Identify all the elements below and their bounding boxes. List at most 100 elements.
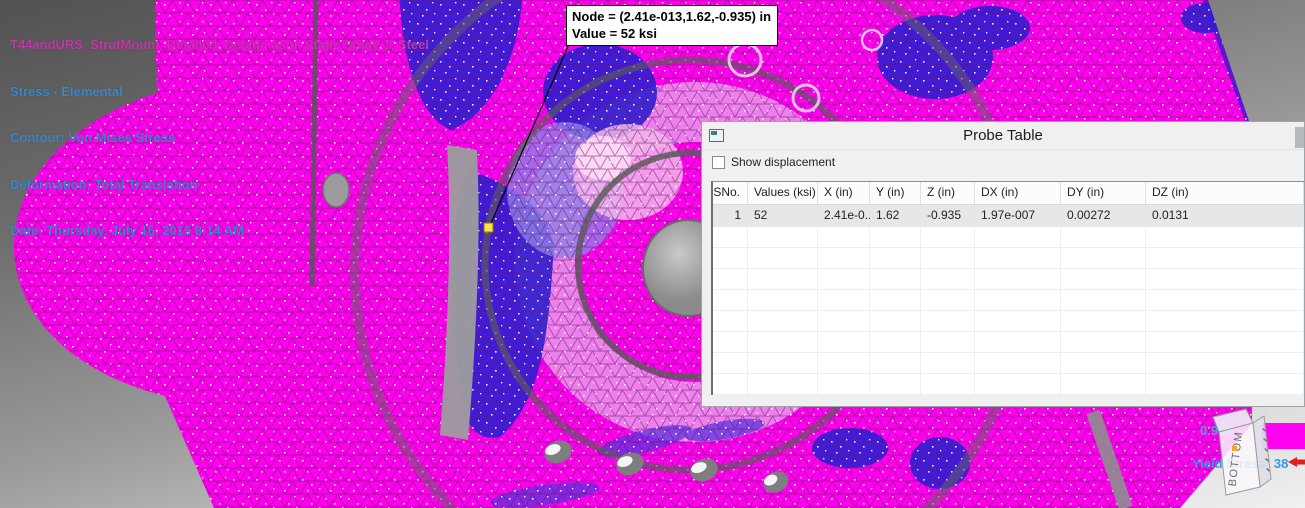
grid-cell: 0.00272 [1067,208,1111,222]
empty-grid-row [713,227,1304,248]
grid-cell [1146,332,1304,352]
column-header[interactable]: DZ (in) [1146,182,1304,204]
grid-cell [870,290,921,310]
grid-cell [818,332,870,352]
grid-cell [748,248,818,268]
grid-cell [870,248,921,268]
grid-cell [1146,269,1304,289]
grid-cell [921,311,975,331]
grid-cell [713,269,748,289]
cube-origin-marker [1232,446,1237,451]
column-header[interactable]: DY (in) [1061,182,1146,204]
grid-cell [975,332,1061,352]
grid-cell [975,311,1061,331]
grid-cell [1061,353,1146,373]
grid-cell [713,227,748,247]
grid-cell [975,269,1061,289]
grid-cell [975,374,1061,394]
result-type-line: Stress - Elemental [10,83,123,99]
column-header[interactable]: X (in) [818,182,870,204]
grid-cell: 2.41e-0... [824,208,870,222]
grid-cell [713,332,748,352]
probe-tooltip-node: Node = (2.41e-013,1.62,-0.935) in [572,9,772,24]
grid-cell [713,290,748,310]
column-header[interactable]: Z (in) [921,182,975,204]
grid-cell [713,353,748,373]
grid-cell [1146,290,1304,310]
grid-cell [1061,374,1146,394]
probe-table-titlebar[interactable]: Probe Table [702,122,1304,150]
grid-cell [921,290,975,310]
grid-cell [870,332,921,352]
grid-header-row: SNo. Values (ksi) X (in) Y (in) Z (in) DX (in… [713,182,1304,205]
grid-cell [748,227,818,247]
grid-cell [870,311,921,331]
grid-cell [1146,374,1304,394]
grid-cell [921,374,975,394]
probe-marker[interactable] [483,222,494,233]
view-orientation-cube[interactable]: BOTTOM [1205,403,1305,508]
grid-cell: 1.97e-007 [981,208,1036,222]
grid-cell [748,311,818,331]
grid-cell: 1 [734,208,741,222]
contour-line: Contour: Von Mises Stress [10,130,176,145]
grid-cell [818,311,870,331]
grid-cell [1146,248,1304,268]
empty-grid-row [713,332,1304,353]
grid-cell [921,227,975,247]
grid-cell [1146,353,1304,373]
grid-cell [748,269,818,289]
grid-cell [975,248,1061,268]
grid-cell [818,227,870,247]
probe-table-title: Probe Table [963,127,1043,144]
grid-cell: 1.62 [876,208,900,222]
grid-cell [1061,227,1146,247]
grid-cell [748,290,818,310]
grid-cell: 52 [754,208,768,222]
grid-cell [818,269,870,289]
grid-cell [713,311,748,331]
empty-grid-row [713,290,1304,311]
grid-cell: -0.935 [927,208,962,222]
show-displacement-checkbox[interactable] [712,155,725,169]
column-header[interactable]: Values (ksi) [748,182,818,204]
date-line: Date: Thursday, July 16, 2015 8:14 AM [10,223,245,238]
empty-grid-row [713,353,1304,374]
grid-cell [818,353,870,373]
grid-cell [748,374,818,394]
column-header[interactable]: DX (in) [975,182,1061,204]
result-info-overlay: T44andURS_StrutMount_Detailed_Design.asm… [10,6,429,254]
probe-results-grid: SNo. Values (ksi) X (in) Y (in) Z (in) DX (in… [711,181,1304,395]
empty-grid-row [713,374,1304,395]
grid-cell [1061,290,1146,310]
window-edge-button[interactable] [1295,127,1304,148]
grid-cell: 0.0131 [1152,208,1189,222]
grid-cell [921,353,975,373]
grid-cell [870,227,921,247]
grid-cell [921,269,975,289]
grid-cell [921,332,975,352]
grid-cell [713,374,748,394]
grid-cell [748,332,818,352]
column-header[interactable]: Y (in) [870,182,921,204]
grid-cell [1061,248,1146,268]
grid-cell [1061,332,1146,352]
grid-cell [870,353,921,373]
empty-grid-row [713,311,1304,332]
grid-cell [713,248,748,268]
probe-result-row[interactable]: 1 52 2.41e-0... 1.62 -0.935 1.97e-007 0.00272 0… [713,205,1304,227]
show-displacement-label: Show displacement [731,155,836,169]
deformation-line: Deformation: Total Translation [10,176,198,192]
empty-grid-row [713,248,1304,269]
empty-grid-row [713,269,1304,290]
grid-cell [1061,311,1146,331]
column-header[interactable]: SNo. [713,182,748,204]
grid-cell [818,374,870,394]
grid-cell [818,248,870,268]
probe-tooltip-value: Value = 52 ksi [572,26,657,41]
probe-tooltip: Node = (2.41e-013,1.62,-0.935) in Value … [566,5,779,46]
grid-cell [1146,227,1304,247]
grid-cell [921,248,975,268]
grid-cell [1061,269,1146,289]
grid-cell [1146,311,1304,331]
